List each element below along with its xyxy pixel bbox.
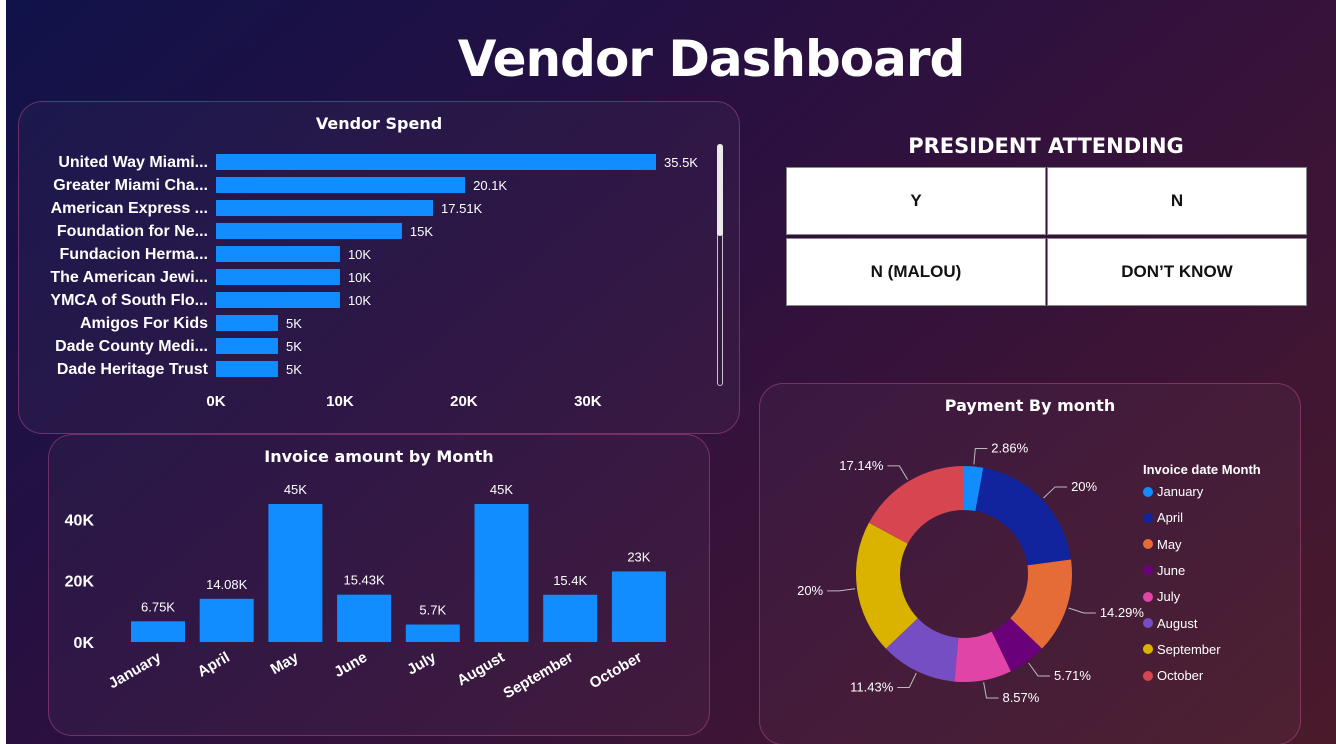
donut-value-label: 8.57% bbox=[1002, 690, 1039, 705]
legend-item[interactable]: August bbox=[1143, 616, 1197, 631]
donut-leader-line bbox=[827, 588, 856, 592]
donut-leader-line bbox=[1068, 607, 1096, 614]
legend-dot-icon bbox=[1143, 618, 1153, 628]
donut-leader-line bbox=[897, 672, 917, 689]
legend-item[interactable]: July bbox=[1143, 589, 1180, 604]
legend-dot-icon bbox=[1143, 565, 1153, 576]
legend-dot-icon bbox=[1143, 539, 1153, 550]
donut-value-label: 5.71% bbox=[1054, 668, 1091, 683]
legend-item[interactable]: October bbox=[1143, 668, 1203, 683]
donut-value-label: 11.43% bbox=[850, 680, 894, 695]
donut-slice bbox=[975, 467, 1072, 566]
donut-leader-line bbox=[1028, 662, 1051, 677]
legend-item[interactable]: May bbox=[1143, 537, 1182, 552]
donut-leader-line bbox=[973, 448, 988, 465]
legend-dot-icon bbox=[1143, 591, 1153, 602]
legend-item-label: July bbox=[1157, 589, 1181, 605]
legend-item-label: September bbox=[1157, 641, 1221, 657]
legend-item[interactable]: June bbox=[1143, 563, 1185, 578]
legend-item[interactable]: September bbox=[1143, 642, 1221, 657]
legend-item-label: April bbox=[1157, 510, 1184, 526]
payment-donut-chart: 2.86% 20% 14.29% 5.71% 8.57% 11.43% 20% 17.14% bbox=[797, 441, 1145, 705]
legend-item-label: August bbox=[1157, 615, 1198, 631]
legend-item-label: October bbox=[1157, 668, 1204, 684]
donut-value-label: 17.14% bbox=[839, 458, 884, 473]
legend-dot-icon bbox=[1143, 644, 1153, 655]
donut-leader-line bbox=[1043, 486, 1068, 499]
legend-item-label: June bbox=[1157, 562, 1186, 578]
donut-value-label: 20% bbox=[1071, 479, 1097, 494]
legend-item-label: January bbox=[1157, 484, 1204, 499]
donut-leader-line bbox=[983, 682, 999, 699]
donut-value-label: 2.86% bbox=[991, 441, 1028, 456]
donut-value-label: 14.29% bbox=[1100, 605, 1145, 620]
legend-item[interactable]: April bbox=[1143, 510, 1183, 525]
dashboard-canvas: Vendor Dashboard Vendor Spend United Way… bbox=[6, 0, 1336, 744]
legend-dot-icon bbox=[1143, 670, 1153, 681]
legend-dot-icon bbox=[1143, 512, 1153, 523]
legend-item-label: May bbox=[1157, 536, 1182, 552]
legend-dot-icon bbox=[1143, 486, 1153, 497]
legend-title: Invoice date Month bbox=[1143, 462, 1261, 477]
donut-value-label: 20% bbox=[797, 583, 823, 598]
donut-leader-line bbox=[887, 465, 909, 480]
legend-item[interactable]: January bbox=[1143, 484, 1203, 499]
